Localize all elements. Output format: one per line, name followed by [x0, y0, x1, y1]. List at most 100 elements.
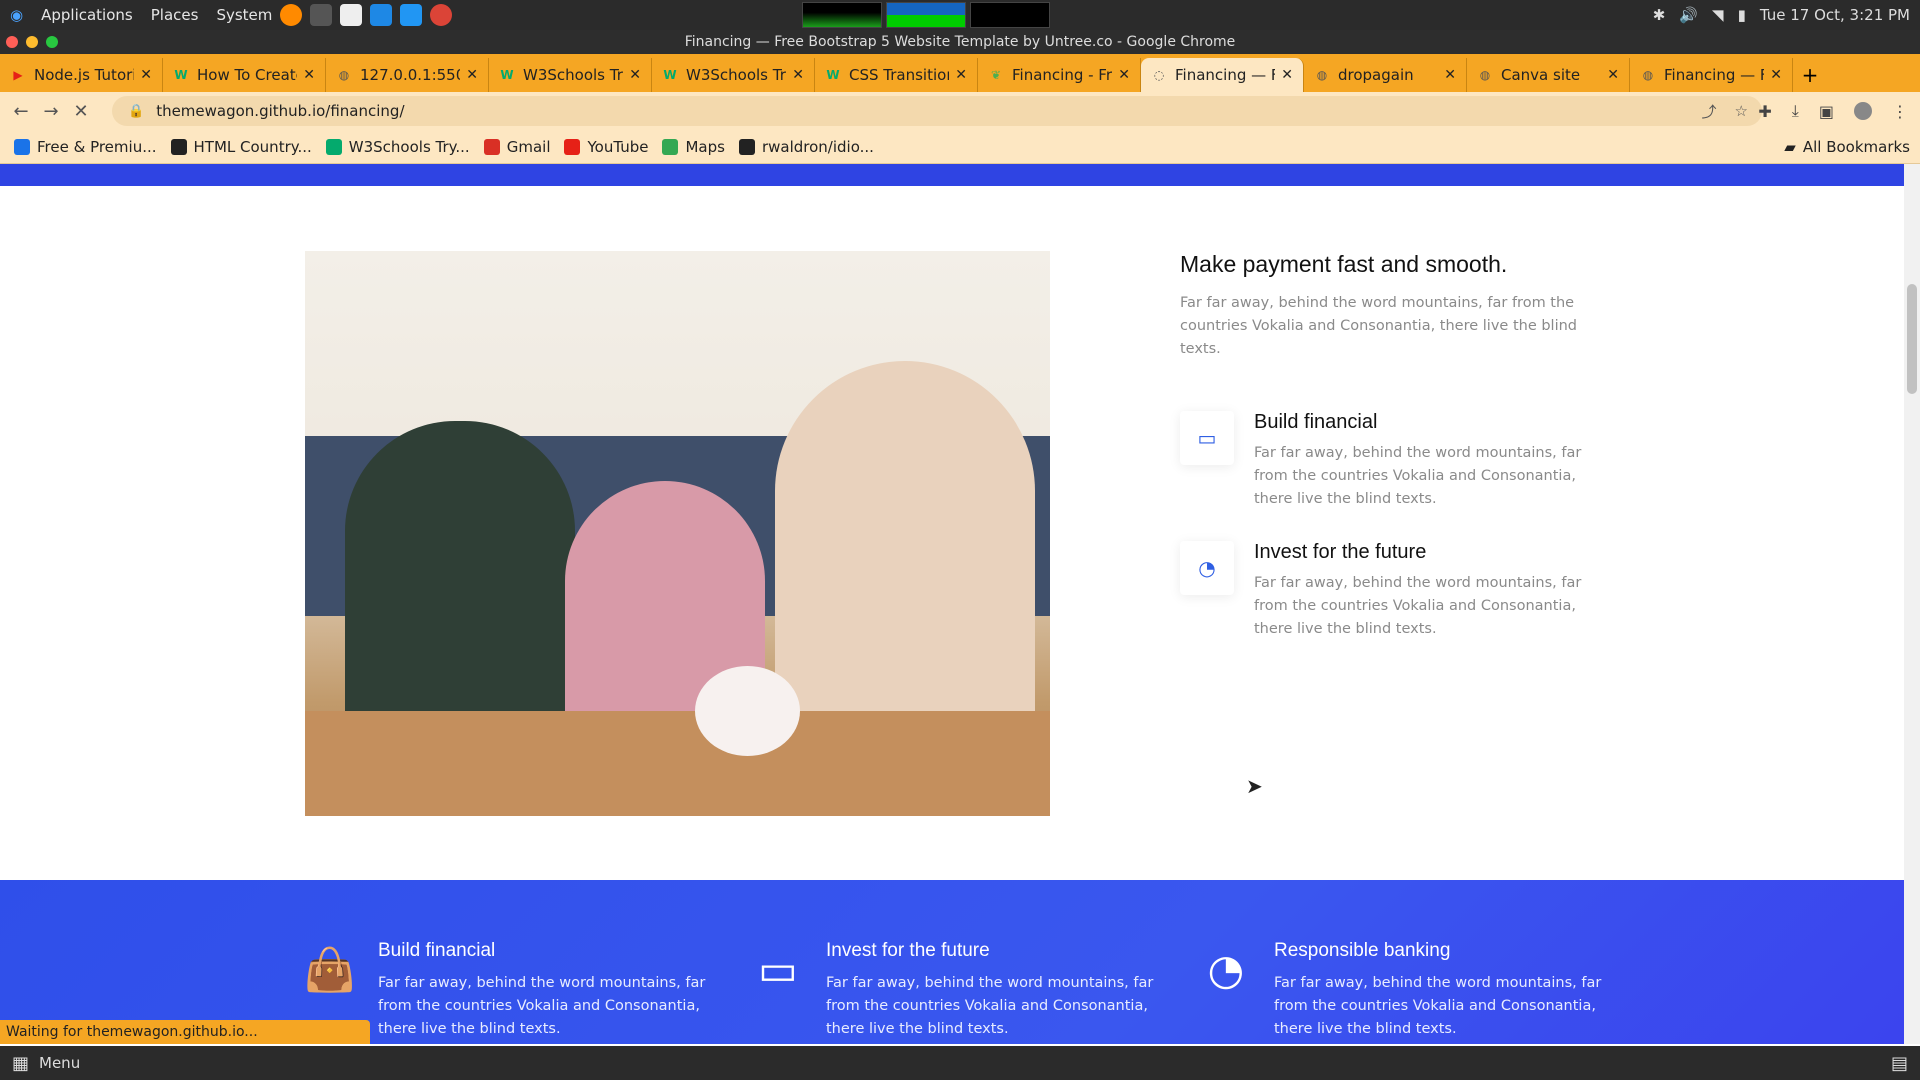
show-desktop-icon[interactable]: ▤ — [1891, 1053, 1908, 1074]
close-tab-icon[interactable]: ✕ — [303, 67, 315, 83]
browser-tab[interactable]: ❦ Financing - Fr ✕ — [978, 58, 1141, 92]
browser-tab[interactable]: W W3Schools Try ✕ — [652, 58, 815, 92]
bookmark-item[interactable]: YouTube — [564, 138, 648, 156]
blue-feature-invest-future: ▭ Invest for the future Far far away, be… — [748, 940, 1166, 1041]
network-graph — [970, 2, 1050, 28]
browser-tab[interactable]: W CSS Transition ✕ — [815, 58, 978, 92]
browser-toolbar: ← → ✕ 🔒 themewagon.github.io/financing/ … — [0, 92, 1920, 130]
wifi-icon[interactable]: ◥ — [1712, 6, 1724, 24]
text-editor-launcher-icon[interactable] — [340, 4, 363, 26]
memory-graph — [886, 2, 966, 28]
share-icon[interactable]: ⤴ — [1702, 101, 1717, 122]
system-menus: ◉ Applications Places System — [10, 6, 272, 24]
grid-menu-icon[interactable]: ▦ — [12, 1053, 29, 1074]
taskbar: ▦ Menu ▤ — [0, 1046, 1920, 1080]
volume-icon[interactable]: 🔊 — [1679, 6, 1698, 24]
browser-tab[interactable]: ◌ Financing — F ✕ — [1141, 58, 1304, 92]
close-tab-icon[interactable]: ✕ — [1770, 67, 1782, 83]
tab-strip: ▶ Node.js Tutori ✕ W How To Create ✕ ◍ 127.0.0.… — [0, 54, 1920, 92]
maximize-window-icon[interactable] — [46, 36, 58, 48]
bookmark-item[interactable]: Gmail — [483, 138, 550, 156]
bookmark-item[interactable]: rwaldron/idio... — [738, 138, 874, 156]
browser-tab[interactable]: ▶ Node.js Tutori ✕ — [0, 58, 163, 92]
w3schools-icon: W — [663, 68, 677, 82]
side-panel-icon[interactable]: ▣ — [1819, 102, 1834, 121]
feature-invest-future: ◔ Invest for the future Far far away, be… — [1180, 541, 1600, 641]
terminal-launcher-icon[interactable] — [310, 4, 333, 26]
system-monitor — [802, 2, 1050, 28]
tab-label: W3Schools Try — [686, 66, 787, 84]
feature-title: Invest for the future — [1254, 541, 1427, 563]
close-tab-icon[interactable]: ✕ — [466, 67, 478, 83]
vscode-launcher-icon[interactable] — [370, 4, 393, 26]
section-heading: Make payment fast and smooth. — [1180, 251, 1508, 277]
download-icon[interactable]: ⤓ — [1792, 101, 1799, 121]
stop-loading-button[interactable]: ✕ — [66, 101, 96, 122]
w3schools-icon: W — [500, 68, 514, 82]
all-bookmarks-button[interactable]: ▰ All Bookmarks — [1784, 138, 1910, 156]
page-scrollbar[interactable] — [1904, 164, 1920, 1044]
address-bar[interactable]: 🔒 themewagon.github.io/financing/ ⤴ ☆ — [112, 96, 1762, 126]
close-tab-icon[interactable]: ✕ — [1118, 67, 1130, 83]
bookmark-label: W3Schools Try... — [348, 137, 470, 156]
tab-label: CSS Transition — [849, 66, 950, 84]
tab-label: How To Create — [197, 66, 298, 84]
browser-tab[interactable]: ◍ Canva site ✕ — [1467, 58, 1630, 92]
blue-feature-text: Far far away, behind the word mountains,… — [1274, 975, 1602, 1037]
tab-label: Financing — F — [1664, 66, 1765, 84]
close-tab-icon[interactable]: ✕ — [1281, 67, 1293, 83]
system-menu[interactable]: System — [216, 6, 272, 24]
leaf-icon: ❦ — [990, 68, 1002, 82]
all-bookmarks-label: All Bookmarks — [1802, 137, 1910, 156]
scrollbar-thumb[interactable] — [1907, 284, 1917, 394]
bookmark-star-icon[interactable]: ☆ — [1735, 102, 1748, 120]
cloud-launcher-icon[interactable] — [400, 4, 423, 26]
firefox-launcher-icon[interactable] — [280, 4, 303, 26]
bookmark-item[interactable]: Free & Premiu... — [14, 138, 157, 156]
bookmark-item[interactable]: W3Schools Try... — [325, 137, 470, 156]
globe-icon: ◍ — [1479, 68, 1491, 82]
page-viewport: Make payment fast and smooth. Far far aw… — [0, 164, 1904, 1044]
minimize-window-icon[interactable] — [26, 36, 38, 48]
blue-feature-text: Far far away, behind the word mountains,… — [378, 975, 706, 1037]
shopping-bag-check-icon: 👜 — [303, 945, 357, 994]
bookmark-item[interactable]: HTML Country... — [170, 137, 312, 156]
bookmark-label: HTML Country... — [193, 137, 312, 156]
more-menu-icon[interactable]: ⋮ — [1892, 102, 1908, 121]
close-window-icon[interactable] — [6, 36, 18, 48]
tab-label: dropagain — [1338, 66, 1414, 84]
browser-tab[interactable]: ◍ dropagain ✕ — [1304, 58, 1467, 92]
os-logo-icon[interactable]: ◉ — [10, 6, 23, 24]
maps-icon — [662, 138, 679, 155]
close-tab-icon[interactable]: ✕ — [1607, 67, 1619, 83]
bookmark-item[interactable]: Maps — [662, 138, 725, 156]
github-icon — [738, 138, 755, 155]
chrome-launcher-icon[interactable] — [430, 4, 453, 26]
battery-icon[interactable]: ▮ — [1738, 6, 1746, 24]
taskbar-menu-button[interactable]: Menu — [39, 1054, 80, 1072]
forward-button[interactable]: → — [36, 101, 66, 122]
browser-tab[interactable]: W W3Schools Try ✕ — [489, 58, 652, 92]
cpu-graph — [802, 2, 882, 28]
bluetooth-icon[interactable]: ✱ — [1653, 6, 1666, 24]
browser-tab[interactable]: ◍ Financing — F ✕ — [1630, 58, 1793, 92]
bookmark-site-icon — [14, 138, 30, 155]
window-title: Financing — Free Bootstrap 5 Website Tem… — [684, 34, 1236, 50]
close-tab-icon[interactable]: ✕ — [629, 67, 641, 83]
w3schools-icon: W — [826, 68, 840, 82]
extensions-icon[interactable]: ✚ — [1758, 102, 1771, 121]
profile-avatar[interactable] — [1854, 102, 1872, 120]
url-text[interactable]: themewagon.github.io/financing/ — [156, 102, 404, 120]
browser-tab[interactable]: W How To Create ✕ — [163, 58, 326, 92]
browser-tab[interactable]: ◍ 127.0.0.1:5500 ✕ — [326, 58, 489, 92]
places-menu[interactable]: Places — [151, 6, 199, 24]
back-button[interactable]: ← — [6, 101, 36, 122]
lock-icon[interactable]: 🔒 — [128, 104, 144, 119]
close-tab-icon[interactable]: ✕ — [955, 67, 967, 83]
close-tab-icon[interactable]: ✕ — [140, 67, 152, 83]
clock[interactable]: Tue 17 Oct, 3:21 PM — [1760, 6, 1910, 24]
new-tab-button[interactable]: + — [1793, 58, 1827, 92]
applications-menu[interactable]: Applications — [41, 6, 133, 24]
close-tab-icon[interactable]: ✕ — [792, 67, 804, 83]
close-tab-icon[interactable]: ✕ — [1444, 67, 1456, 83]
